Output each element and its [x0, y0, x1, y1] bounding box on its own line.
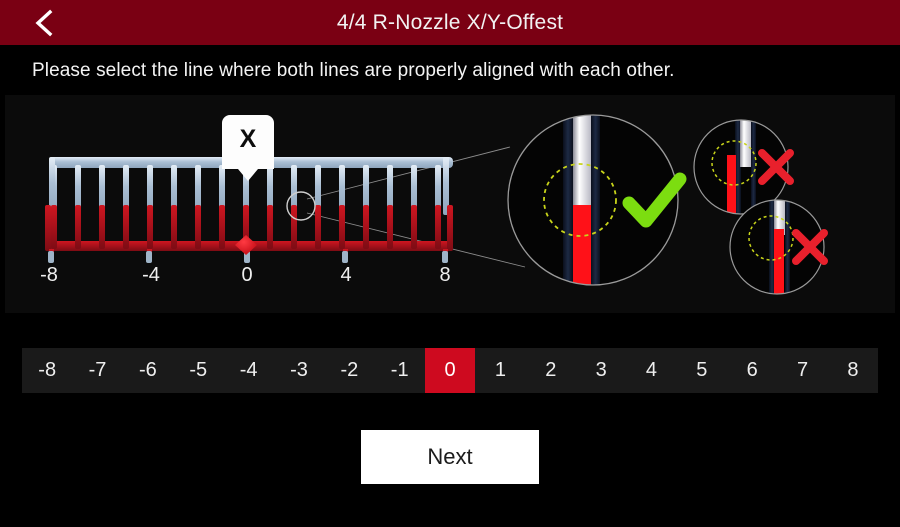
- offset-option-8[interactable]: 8: [828, 348, 878, 393]
- nozzle-alignment-screen: 4/4 R-Nozzle X/Y-Offest Please select th…: [0, 0, 900, 527]
- title-bar: 4/4 R-Nozzle X/Y-Offest: [0, 0, 900, 45]
- axis-tick-labels: -8 -4 0 4 8: [40, 264, 450, 286]
- offset-option-0[interactable]: 0: [424, 348, 476, 393]
- offset-option--1[interactable]: -1: [375, 348, 425, 393]
- offset-option-5[interactable]: 5: [677, 348, 727, 393]
- offset-option-4[interactable]: 4: [626, 348, 676, 393]
- offset-option--8[interactable]: -8: [22, 348, 72, 393]
- offset-value-selector[interactable]: -8 -7 -6 -5 -4 -3 -2 -1 0 1 2 3 4 5 6 7 8: [22, 348, 878, 393]
- alignment-illustration-panel: X -8 -4 0 4 8: [5, 95, 895, 313]
- axis-label-tag: X: [222, 115, 274, 181]
- offset-option--4[interactable]: -4: [223, 348, 273, 393]
- svg-text:-4: -4: [142, 264, 160, 286]
- detail-view-aligned: [507, 114, 687, 286]
- offset-option--7[interactable]: -7: [72, 348, 122, 393]
- instruction-text: Please select the line where both lines …: [32, 60, 675, 81]
- page-title: 4/4 R-Nozzle X/Y-Offest: [336, 11, 564, 34]
- offset-option--2[interactable]: -2: [324, 348, 374, 393]
- svg-text:8: 8: [439, 264, 450, 286]
- offset-option--5[interactable]: -5: [173, 348, 223, 393]
- offset-option--6[interactable]: -6: [123, 348, 173, 393]
- offset-option-7[interactable]: 7: [777, 348, 827, 393]
- offset-option-3[interactable]: 3: [576, 348, 626, 393]
- svg-text:0: 0: [241, 264, 252, 286]
- offset-option-6[interactable]: 6: [727, 348, 777, 393]
- svg-text:X: X: [240, 125, 257, 153]
- center-position-marker: [235, 235, 257, 255]
- offset-option--3[interactable]: -3: [274, 348, 324, 393]
- offset-option-2[interactable]: 2: [526, 348, 576, 393]
- svg-text:-8: -8: [40, 264, 58, 286]
- svg-text:4: 4: [340, 264, 351, 286]
- offset-option-1[interactable]: 1: [475, 348, 525, 393]
- next-button[interactable]: Next: [361, 430, 539, 484]
